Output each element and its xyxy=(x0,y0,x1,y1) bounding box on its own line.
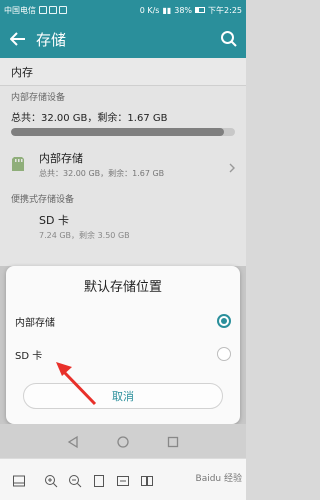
back-arrow-icon[interactable] xyxy=(0,20,36,58)
internal-storage-name: 内部存储 xyxy=(39,151,83,165)
pages-icon[interactable] xyxy=(140,473,154,487)
internal-storage-item[interactable]: 内部存储 总共：32.00 GB，剩余：1.67 GB xyxy=(0,144,246,184)
option-label: SD 卡 xyxy=(15,350,43,362)
sd-card-detail: 7.24 GB，剩余 3.50 GB xyxy=(39,231,130,240)
internal-devices-header: 内部存储设备 xyxy=(11,92,66,103)
sd-card-item[interactable]: SD 卡 7.24 GB，剩余 3.50 GB xyxy=(0,208,246,240)
memory-row[interactable]: 内存 xyxy=(0,58,246,86)
zoom-out-icon[interactable] xyxy=(68,473,82,487)
system-nav-bar xyxy=(0,424,246,458)
memory-label: 内存 xyxy=(11,65,33,79)
save-icon[interactable] xyxy=(12,473,26,487)
dialog-title: 默认存储位置 xyxy=(83,280,162,295)
default-storage-dialog: 默认存储位置 内部存储 SD 卡 取消 xyxy=(6,266,240,424)
storage-usage-bar xyxy=(11,128,235,136)
cancel-button[interactable]: 取消 xyxy=(23,383,223,409)
sd-card-name: SD 卡 xyxy=(39,214,69,227)
total-summary: 总共：32.00 GB，剩余：1.67 GB xyxy=(11,112,168,124)
carrier-name: 中国电信 xyxy=(4,5,36,15)
clock: 下午2:25 xyxy=(208,5,242,15)
status-bar: 中国电信 0 K/s ▮▮ 38% 下午2:25 xyxy=(0,0,246,20)
notification-icon xyxy=(49,6,57,14)
signal-icon: ▮▮ xyxy=(162,5,172,15)
watermark: Baidu 经验 xyxy=(195,474,242,484)
sd-card-icon xyxy=(11,156,25,172)
notification-icon xyxy=(39,6,47,14)
page-title: 存储 xyxy=(36,30,67,49)
internal-storage-detail: 总共：32.00 GB，剩余：1.67 GB xyxy=(39,168,165,178)
option-sd-card[interactable]: SD 卡 xyxy=(6,339,240,369)
storage-content: 内存 内部存储设备 总共：32.00 GB，剩余：1.67 GB 内部存储 总共… xyxy=(0,58,246,266)
search-icon[interactable] xyxy=(220,30,238,48)
option-internal-storage[interactable]: 内部存储 xyxy=(6,306,240,336)
circle-home-icon[interactable] xyxy=(116,434,130,448)
notification-icons xyxy=(39,6,67,14)
battery-percent: 38% xyxy=(174,5,193,15)
network-speed: 0 K/s xyxy=(139,5,160,15)
viewer-toolbar: Baidu 经验 xyxy=(0,458,246,500)
app-bar: 存储 xyxy=(0,20,246,58)
battery-icon xyxy=(195,7,206,13)
page-icon[interactable] xyxy=(92,473,106,487)
radio-internal-storage[interactable] xyxy=(217,314,231,328)
chevron-right-icon xyxy=(228,158,236,173)
notification-icon xyxy=(59,6,67,14)
radio-sd-card[interactable] xyxy=(217,347,231,361)
option-label: 内部存储 xyxy=(15,317,55,329)
zoom-in-icon[interactable] xyxy=(44,473,58,487)
status-right: 0 K/s ▮▮ 38% 下午2:25 xyxy=(140,5,242,16)
triangle-back-icon[interactable] xyxy=(66,434,80,449)
storage-usage-fill xyxy=(11,128,224,136)
portable-devices-header: 便携式存储设备 xyxy=(11,194,75,205)
fit-width-icon[interactable] xyxy=(116,473,130,487)
square-recents-icon[interactable] xyxy=(166,434,180,448)
